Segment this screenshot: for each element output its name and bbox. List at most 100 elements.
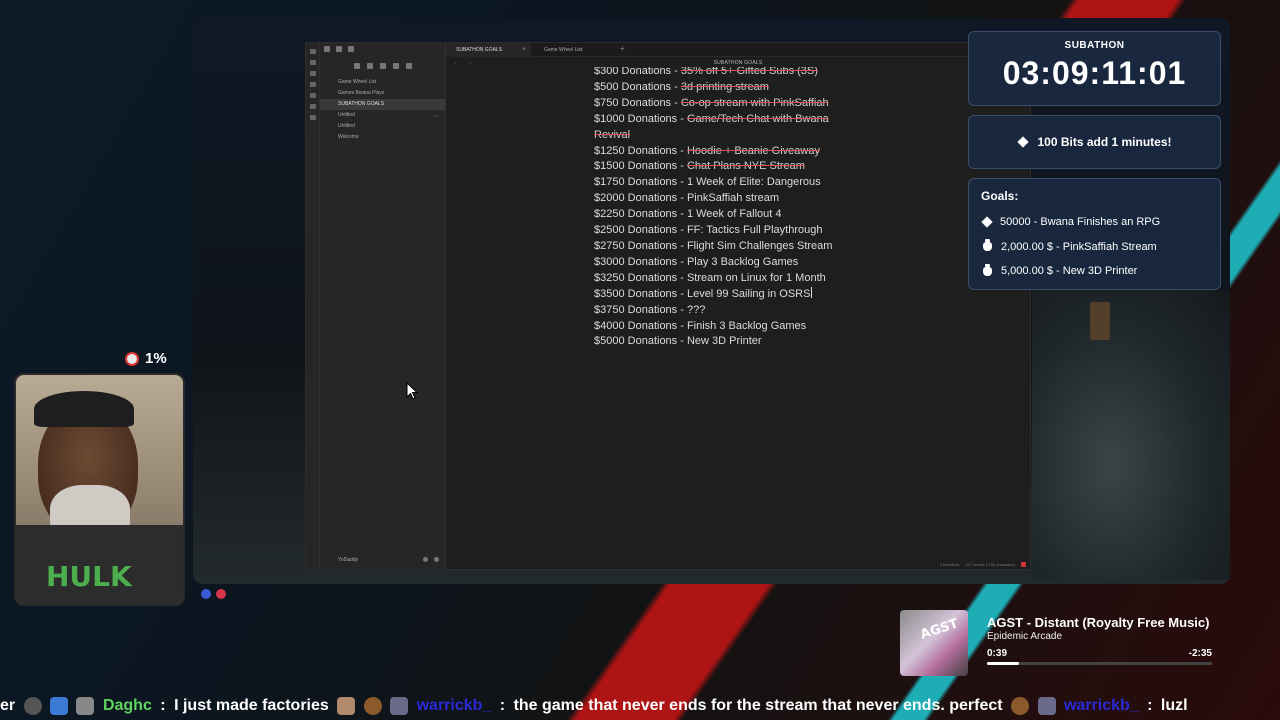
graph-icon[interactable] <box>309 60 316 65</box>
heart-icon <box>216 589 226 599</box>
note-editor[interactable]: $300 Donations - 35% off 5+ Gifted Subs … <box>594 67 864 367</box>
goal-line: $5000 Donations - New 3D Printer <box>594 335 762 348</box>
time-elapsed: 0:39 <box>987 648 1008 659</box>
goal-line: $1000 Donations - Game/Tech Chat with Bw… <box>594 112 829 141</box>
file-item[interactable]: Untitled ∞∞ <box>320 110 445 121</box>
file-label: Games Bwana Plays <box>338 90 385 96</box>
search-icon[interactable] <box>336 46 342 52</box>
goal-line: $3750 Donations - ??? <box>594 303 706 316</box>
tab-bar: SUBATHON GOALS × Game Wheel List + – □ × <box>446 43 1030 57</box>
goal-item: 50000 - Bwana Finishes an RPG <box>981 210 1208 235</box>
alert-icons <box>201 589 226 599</box>
obsidian-window: Game Wheel List Games Bwana Plays SUBATH… <box>305 42 1031 570</box>
folder-icon[interactable] <box>324 46 330 52</box>
new-tab-button[interactable]: + <box>620 44 625 53</box>
subathon-timer: SUBATHON 03:09:11:01 <box>968 31 1221 106</box>
badge-icon <box>1011 697 1030 715</box>
badge-icon <box>50 697 69 715</box>
tab-label: Game Wheel List <box>544 47 583 53</box>
goal-item: 5,000.00 $ - New 3D Printer <box>981 259 1208 284</box>
song-title: AGST - Distant (Royalty Free Music) <box>987 615 1210 630</box>
template-icon[interactable] <box>309 104 316 109</box>
song-artist: Epidemic Arcade <box>987 631 1063 642</box>
bookmark-icon[interactable] <box>348 46 354 52</box>
badge-icon <box>1037 697 1056 715</box>
chat-username: warrickb_ <box>1063 697 1139 714</box>
file-item-active[interactable]: SUBATHON GOALS <box>320 99 445 110</box>
explorer-toolbar <box>320 63 445 69</box>
file-label: Welcome <box>338 134 359 140</box>
timer-label: SUBATHON <box>1064 40 1125 51</box>
bits-info: 100 Bits add 1 minutes! <box>968 115 1221 169</box>
file-label: Untitled <box>338 123 355 129</box>
game-terrain <box>1032 290 1230 580</box>
canvas-icon[interactable] <box>309 71 316 76</box>
sort-icon[interactable] <box>379 63 386 69</box>
mouse-pointer-icon <box>406 382 418 400</box>
file-item[interactable]: Welcome <box>320 132 445 143</box>
badge-icon <box>363 697 382 715</box>
badge-icon <box>76 697 95 715</box>
chat-username: Daghc <box>102 697 152 714</box>
song-progress <box>987 662 1212 665</box>
tab-game-wheel-list[interactable]: Game Wheel List <box>534 43 624 57</box>
now-playing: AGST AGST - Distant (Royalty Free Music)… <box>900 608 1220 678</box>
chat-colon: : <box>160 697 166 714</box>
chat-colon: : <box>1147 697 1153 714</box>
close-tab-icon[interactable]: × <box>522 43 526 57</box>
goal-line: $750 Donations - Co-op stream with PinkS… <box>594 96 829 109</box>
goal-line: $2000 Donations - PinkSaffiah stream <box>594 192 780 205</box>
daily-note-icon[interactable] <box>309 82 316 87</box>
chat-message: the game that never ends for the stream … <box>513 697 1003 714</box>
goal-line-cursor: $3500 Donations - Level 99 Sailing in OS… <box>594 286 813 300</box>
chat-message: I just made factories <box>174 697 329 714</box>
album-art: AGST <box>900 610 968 676</box>
new-note-icon[interactable] <box>353 63 360 69</box>
vault-switcher[interactable]: YoDaddy <box>320 555 445 565</box>
sidebar-toggle-icon[interactable] <box>309 49 316 54</box>
collapse-icon[interactable] <box>392 63 399 69</box>
bits-text: 100 Bits add 1 minutes! <box>1037 135 1172 149</box>
expand-icon[interactable] <box>405 63 412 69</box>
file-item[interactable]: Game Wheel List <box>320 77 445 88</box>
goal-line: $300 Donations - 35% off 5+ Gifted Subs … <box>594 67 818 77</box>
goal-item: 2,000.00 $ - PinkSaffiah Stream <box>981 235 1208 260</box>
money-bag-icon <box>983 263 992 276</box>
command-icon[interactable] <box>309 93 316 98</box>
terminal-icon[interactable] <box>309 115 316 120</box>
text-caret <box>811 286 813 298</box>
webcam-feed: HULK <box>14 373 185 606</box>
goal-line: $1750 Donations - 1 Week of Elite: Dange… <box>594 176 821 189</box>
goal-line: $2750 Donations - Flight Sim Challenges … <box>594 239 833 252</box>
status-bar: 0 backlinks 227 words 1,152 characters <box>940 562 1026 567</box>
tab-label: SUBATHON GOALS <box>456 47 503 53</box>
file-list: Game Wheel List Games Bwana Plays SUBATH… <box>320 77 445 143</box>
new-folder-icon[interactable] <box>366 63 373 69</box>
cup-icon <box>125 351 139 366</box>
chat-username: warrickb_ <box>416 697 492 714</box>
sync-icon[interactable] <box>1021 562 1026 567</box>
timer-value: 03:09:11:01 <box>1002 55 1187 91</box>
file-meta: ∞∞ <box>433 113 439 118</box>
badge-icon <box>23 697 42 715</box>
backlinks-count[interactable]: 0 backlinks <box>940 562 960 567</box>
goal-line: $4000 Donations - Finish 3 Backlog Games <box>594 319 807 332</box>
vault-name: YoDaddy <box>338 557 359 563</box>
file-explorer: Game Wheel List Games Bwana Plays SUBATH… <box>320 43 446 569</box>
help-icon[interactable] <box>423 557 428 562</box>
song-progress-fill <box>987 662 1019 665</box>
goal-line: $500 Donations - 3d printing stream <box>594 80 769 93</box>
time-remaining: -2:35 <box>1188 648 1212 659</box>
settings-icon[interactable] <box>434 557 439 562</box>
badge-icon <box>390 697 409 715</box>
chat-fragment: er <box>0 697 16 714</box>
goal-line: $3250 Donations - Stream on Linux for 1 … <box>594 271 826 284</box>
goal-line: $1250 Donations - Hoodie + Beanie Giveaw… <box>594 144 820 157</box>
file-item[interactable]: Games Bwana Plays <box>320 88 445 99</box>
chat-ticker: er Daghc : I just made factories warrick… <box>0 692 1280 720</box>
discord-icon <box>201 589 211 599</box>
chat-message: luzl <box>1160 697 1188 714</box>
file-item[interactable]: Untitled <box>320 121 445 132</box>
file-label: Game Wheel List <box>338 79 377 85</box>
tab-subathon-goals[interactable]: SUBATHON GOALS × <box>446 43 531 57</box>
